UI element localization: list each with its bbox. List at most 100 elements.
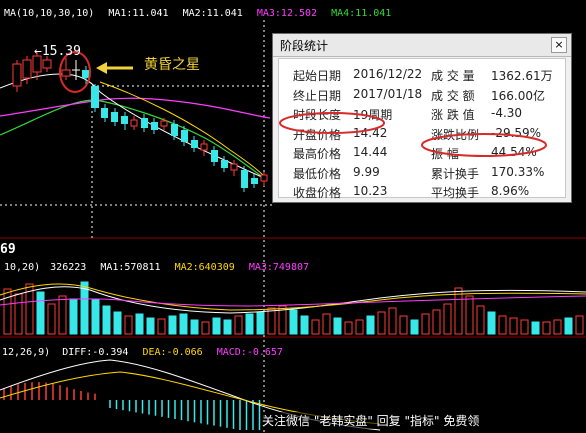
dialog-title: 阶段统计: [280, 39, 329, 53]
volume-bar: [14, 293, 23, 335]
volume-bar: [476, 305, 485, 335]
price-ma1: MA1:11.041: [108, 8, 169, 19]
volume-bar: [212, 317, 221, 335]
price-ma2: MA2:11.041: [182, 8, 243, 19]
volume-bar: [289, 309, 298, 335]
volume-bar: [311, 319, 320, 335]
volume-bar: [520, 319, 529, 335]
volume-bar: [531, 321, 540, 335]
candle: [91, 86, 99, 108]
volume-bar: [157, 318, 166, 335]
volume-bar: [36, 291, 45, 335]
candle: [171, 124, 178, 136]
candle: [160, 120, 168, 127]
volume-bar: [388, 307, 397, 335]
close-button[interactable]: ×: [551, 37, 567, 53]
volume-bar: [509, 317, 518, 335]
volume-bar: [542, 321, 551, 335]
high-price-marker: ←15.39: [34, 44, 81, 59]
volume-bar: [487, 311, 496, 335]
volume-bar: [454, 287, 463, 335]
volume-bar: [245, 313, 254, 335]
volume-bar: [47, 303, 56, 335]
watermark-text: 关注微信 "老韩实盘" 回复 "指标" 免费领: [262, 412, 480, 429]
volume-bar: [223, 319, 232, 335]
volume-bar: [179, 313, 188, 335]
price-ma-legend: MA(10,10,30,10) MA1:11.041 MA2:11.041 MA…: [4, 8, 391, 19]
candle: [111, 112, 118, 122]
volume-bar: [366, 315, 375, 335]
vol-ma2: MA2:640309: [174, 262, 235, 273]
macd-params: 12,26,9): [2, 347, 51, 358]
candle: [221, 160, 228, 168]
candlestick-group: [12, 52, 268, 192]
volume-bar: [498, 315, 507, 335]
vol-params: 10,20): [4, 262, 41, 273]
volume-bar: [91, 299, 100, 335]
volume-bar: [377, 311, 386, 335]
volume-bar: [410, 319, 419, 335]
change-ratio-highlight-ellipse: [421, 133, 547, 157]
volume-bar: [333, 317, 342, 335]
candle: [230, 163, 238, 171]
arrow-head-icon: [96, 62, 107, 74]
volume-bar: [421, 313, 430, 335]
volume-bar: [322, 313, 331, 335]
volume-bar: [201, 321, 210, 335]
volume-bar: [135, 313, 144, 335]
candle: [22, 59, 32, 79]
candle: [61, 69, 71, 77]
price-ma3: MA3:12.502: [256, 8, 318, 19]
volume-bar: [124, 315, 133, 335]
price-low-label: 69: [0, 242, 16, 257]
volume-bar: [465, 295, 474, 335]
candle: [12, 63, 22, 87]
volume-bar: [355, 319, 364, 335]
volume-bar: [58, 295, 67, 335]
volume-bar: [256, 311, 265, 335]
candle: [181, 130, 188, 142]
volume-bar: [300, 315, 309, 335]
volume-bar: [267, 307, 276, 335]
vol-ma3: MA3:749807: [248, 262, 310, 273]
macd-bars: [3, 382, 261, 430]
volume-bar: [69, 298, 78, 335]
candle: [211, 150, 218, 162]
candle: [121, 116, 128, 124]
volume-bar: [113, 311, 122, 335]
candle: [191, 140, 198, 148]
volume-bar: [146, 317, 155, 335]
dialog-body: 起始日期 2016/12/22 终止日期 2017/01/18 时段长度 19周期 开盘价格…: [278, 58, 566, 200]
vol-value: 326223: [50, 262, 87, 273]
macd-dea: DEA:-0.066: [142, 347, 203, 358]
candle: [260, 174, 268, 182]
price-ma-params: MA(10,10,30,10): [4, 8, 95, 19]
macd-diff: DIFF:-0.394: [62, 347, 129, 358]
price-ma4: MA4:11.041: [331, 8, 392, 19]
macd-value: MACD:-0.657: [216, 347, 283, 358]
volume-bar: [344, 321, 353, 335]
volume-bar: [564, 317, 573, 335]
dialog-titlebar[interactable]: 阶段统计 ×: [273, 34, 571, 57]
candle: [42, 59, 52, 69]
macd-legend: 12,26,9) DIFF:-0.394 DEA:-0.066 MACD:-0.…: [2, 347, 283, 358]
volume-legend: 10,20) 326223 MA1:570811 MA2:640309 MA3:…: [4, 262, 309, 273]
volume-bar: [432, 309, 441, 335]
stage-statistics-dialog[interactable]: 阶段统计 × 起始日期 2016/12/22 终止日期 2017/01/18 时段长度 1…: [272, 33, 572, 203]
candle: [141, 118, 148, 128]
volume-bar: [399, 315, 408, 335]
volume-bar: [234, 315, 243, 335]
volume-bar: [575, 315, 584, 335]
volume-bar: [443, 303, 452, 335]
candle: [241, 170, 248, 188]
volume-bar: [553, 319, 562, 335]
highlight-overlay: [279, 112, 547, 157]
volume-bar: [168, 315, 177, 335]
duration-highlight-ellipse: [279, 112, 385, 134]
candle: [130, 119, 138, 127]
evening-star-label: 黄昏之星: [144, 57, 200, 73]
volume-bar: [102, 305, 111, 335]
volume-bar: [80, 281, 89, 335]
vol-ma1: MA1:570811: [100, 262, 161, 273]
volume-bar: [190, 319, 199, 335]
